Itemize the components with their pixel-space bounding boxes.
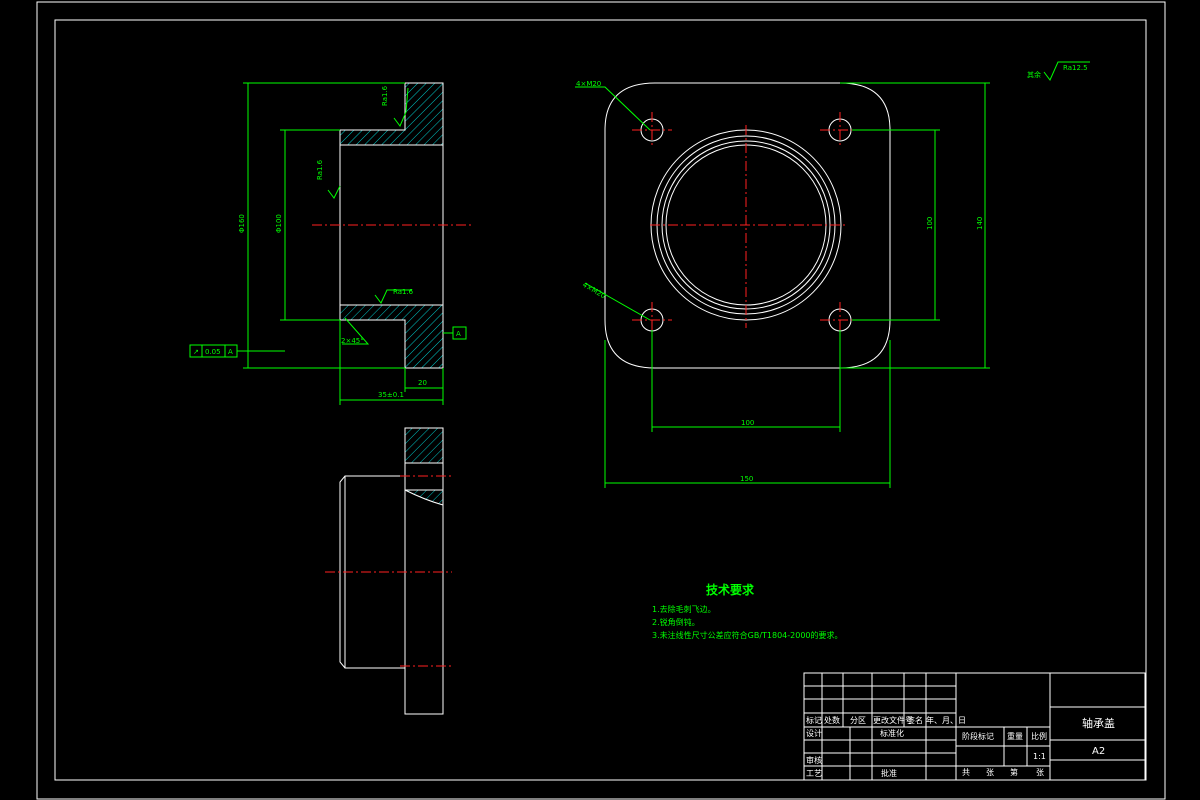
- part-name: 轴承盖: [1082, 716, 1115, 730]
- roughness-rest: Ra12.5: [1063, 64, 1088, 72]
- tech-item-1: 1.去除毛刺飞边。: [652, 604, 716, 614]
- svg-text:设计: 设计: [806, 728, 822, 738]
- hatch-top: [339, 82, 444, 146]
- chamfer-label: 2×45°: [341, 337, 364, 345]
- svg-text:比例: 比例: [1031, 731, 1047, 741]
- tech-item-3: 3.未注线性尺寸公差应符合GB/T1804-2000的要求。: [652, 630, 843, 640]
- plan-view: 4×M20 4×M20 100 150 100 140 其余 Ra12.5: [575, 61, 1090, 488]
- svg-text:标准化: 标准化: [880, 728, 904, 738]
- svg-text:审核: 审核: [806, 755, 822, 765]
- tech-title: 技术要求: [706, 582, 755, 597]
- svg-text:张: 张: [986, 768, 994, 777]
- svg-text:Ra1.6: Ra1.6: [393, 288, 414, 296]
- svg-text:共: 共: [962, 768, 970, 777]
- svg-text:↗: ↗: [193, 348, 199, 356]
- dim-flange-width: 20: [418, 379, 427, 387]
- hole-callout-1: 4×M20: [576, 80, 601, 88]
- front-section-view: Φ160 Φ100 ↗ 0.05 A A 35±0.1 20 Ra1.6 Ra1…: [189, 82, 472, 405]
- dim-overall-h: 150: [740, 475, 753, 483]
- svg-text:工艺: 工艺: [806, 769, 822, 778]
- svg-text:年、月、日: 年、月、日: [926, 715, 966, 725]
- svg-text:重量: 重量: [1007, 731, 1023, 741]
- svg-text:阶段标记: 阶段标记: [962, 731, 994, 741]
- inner-frame: [54, 19, 1147, 781]
- outer-frame: [36, 1, 1166, 800]
- dim-overall-v: 140: [976, 217, 984, 230]
- svg-text:标记: 标记: [806, 715, 822, 725]
- svg-text:A: A: [456, 330, 461, 338]
- svg-text:0.05: 0.05: [205, 348, 221, 356]
- svg-text:第: 第: [1010, 767, 1018, 777]
- svg-text:Ra1.6: Ra1.6: [381, 85, 389, 106]
- svg-text:A: A: [228, 348, 233, 356]
- hole-callout-2: 4×M20: [581, 281, 607, 301]
- svg-text:Ra1.6: Ra1.6: [316, 159, 324, 180]
- dim-outer-dia: Φ160: [238, 214, 246, 233]
- roughness-rest-label: 其余: [1027, 70, 1041, 79]
- svg-text:分区: 分区: [850, 716, 866, 725]
- cad-drawing: Φ160 Φ100 ↗ 0.05 A A 35±0.1 20 Ra1.6 Ra1…: [36, 1, 1166, 800]
- dim-hole-spacing-h: 100: [741, 419, 754, 427]
- svg-text:1:1: 1:1: [1033, 752, 1046, 761]
- tech-item-2: 2.锐角倒钝。: [652, 617, 700, 627]
- dim-inner-dia: Φ100: [275, 214, 283, 233]
- tech-requirements: 技术要求 1.去除毛刺飞边。 2.锐角倒钝。 3.未注线性尺寸公差应符合GB/T…: [652, 582, 843, 640]
- sheet-size: A2: [1092, 746, 1105, 757]
- dim-total-width: 35±0.1: [378, 391, 404, 399]
- title-block: 标记 处数 分区 更改文件号 签名 年、月、日 设计 标准化 审核 工艺 批准 …: [803, 672, 1146, 781]
- svg-text:签名: 签名: [907, 715, 923, 725]
- side-view: [325, 427, 452, 715]
- svg-text:张: 张: [1036, 768, 1044, 777]
- svg-text:批准: 批准: [881, 768, 897, 778]
- dim-hole-spacing-v: 100: [926, 217, 934, 230]
- svg-text:处数: 处数: [824, 715, 840, 725]
